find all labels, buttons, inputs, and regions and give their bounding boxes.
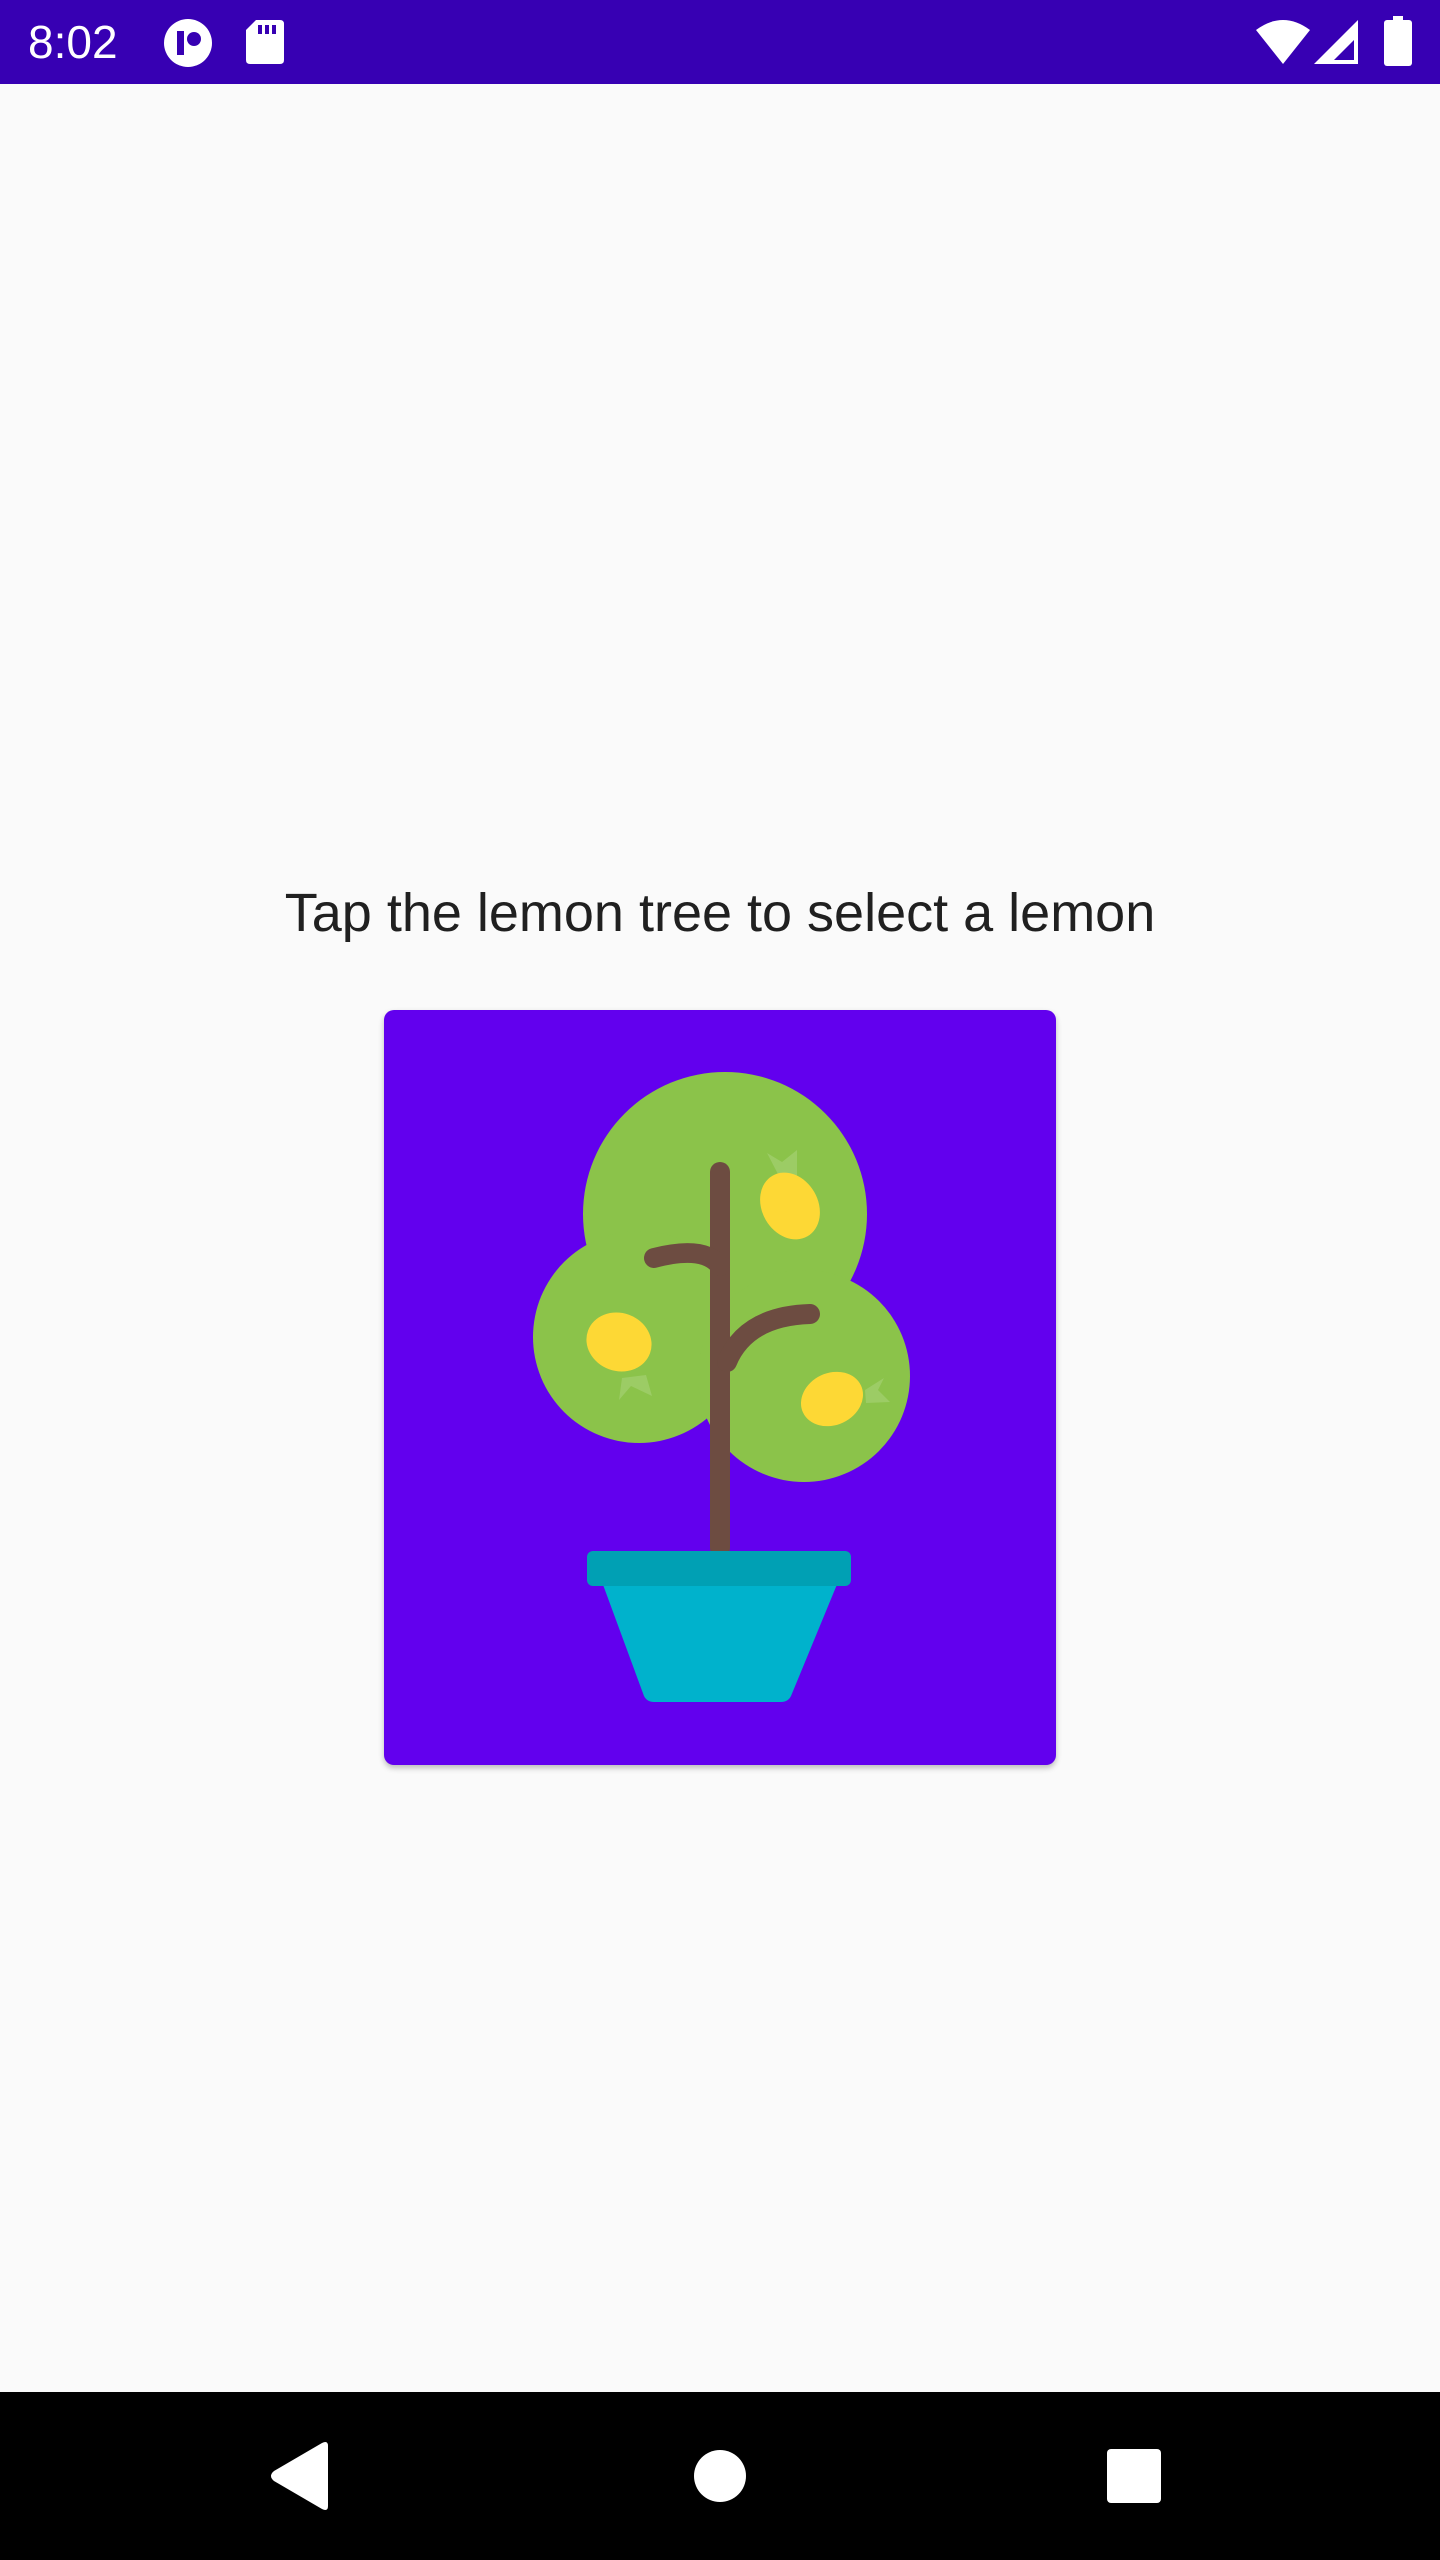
sd-card-icon: [246, 20, 284, 69]
recents-button[interactable]: [1084, 2426, 1184, 2526]
back-icon: [271, 2442, 328, 2510]
battery-icon: [1384, 16, 1412, 71]
back-button[interactable]: [250, 2426, 350, 2526]
cell-signal-icon: [1314, 20, 1358, 69]
home-button[interactable]: [670, 2426, 770, 2526]
status-time: 8:02: [28, 16, 118, 68]
notification-app-icon: [163, 18, 213, 73]
instruction-text: Tap the lemon tree to select a lemon: [284, 883, 1156, 943]
lemon-tree-icon: [533, 1072, 910, 1702]
main-content: Tap the lemon tree to select a lemon: [0, 84, 1440, 2392]
status-bar: 8:02: [0, 0, 1440, 84]
home-icon: [694, 2450, 746, 2502]
recents-icon: [1107, 2449, 1161, 2503]
lemon-tree-button[interactable]: [384, 1010, 1056, 1765]
wifi-icon: [1256, 20, 1310, 69]
navigation-bar: [0, 2392, 1440, 2560]
